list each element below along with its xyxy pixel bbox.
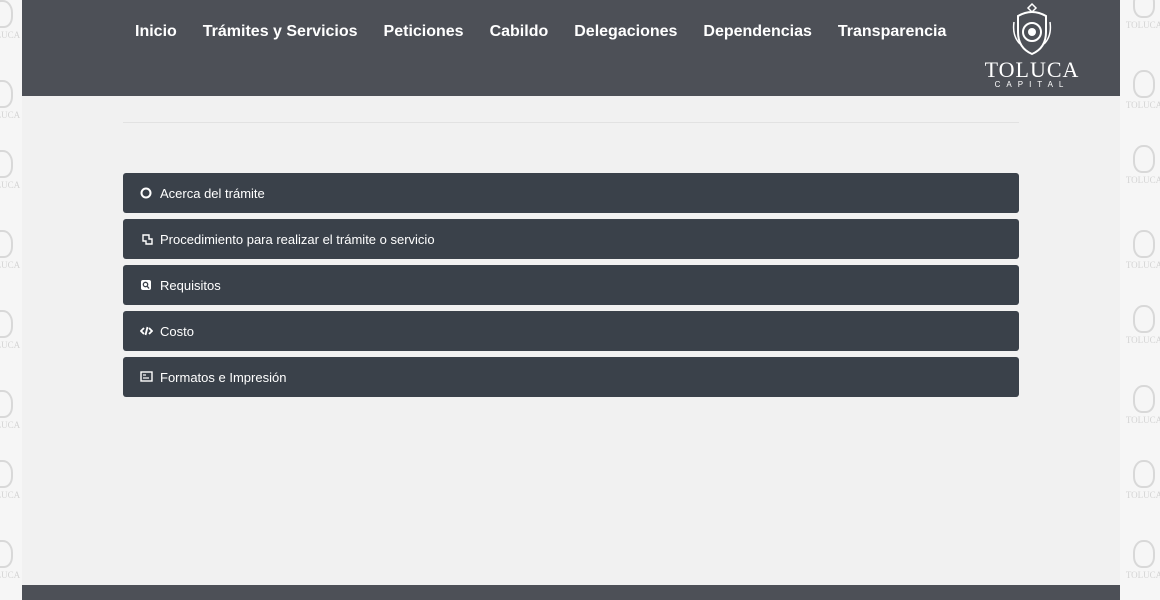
nav-item-transparencia[interactable]: Transparencia xyxy=(838,22,947,42)
crest-icon xyxy=(1012,2,1052,56)
nav-item-tramites[interactable]: Trámites y Servicios xyxy=(203,22,358,42)
code-icon xyxy=(139,324,153,338)
site-footer xyxy=(22,585,1120,600)
main-nav: Inicio Trámites y Servicios Peticiones C… xyxy=(135,22,972,42)
nav-item-cabildo[interactable]: Cabildo xyxy=(490,22,549,42)
content-divider xyxy=(123,122,1019,123)
search-document-icon xyxy=(139,278,153,292)
nav-item-dependencias[interactable]: Dependencias xyxy=(703,22,811,42)
accordion-label: Requisitos xyxy=(160,277,221,293)
nav-item-peticiones[interactable]: Peticiones xyxy=(384,22,464,42)
accordion-requisitos[interactable]: Requisitos xyxy=(123,265,1019,305)
nav-item-delegaciones[interactable]: Delegaciones xyxy=(574,22,677,42)
accordion-label: Costo xyxy=(160,323,194,339)
toluca-logo[interactable]: TOLUCA CAPITAL xyxy=(982,2,1082,94)
accordion-formatos[interactable]: Formatos e Impresión xyxy=(123,357,1019,397)
accordion-label: Procedimiento para realizar el trámite o… xyxy=(160,231,435,247)
page-frame: Inicio Trámites y Servicios Peticiones C… xyxy=(22,0,1120,600)
logo-subtitle: CAPITAL xyxy=(994,80,1070,89)
accordion-label: Acerca del trámite xyxy=(160,185,265,201)
accordion-procedimiento[interactable]: Procedimiento para realizar el trámite o… xyxy=(123,219,1019,259)
circle-icon xyxy=(139,186,153,200)
accordion-costo[interactable]: Costo xyxy=(123,311,1019,351)
tramite-accordion: Acerca del trámite Procedimiento para re… xyxy=(123,173,1019,403)
accordion-acerca[interactable]: Acerca del trámite xyxy=(123,173,1019,213)
logo-title: TOLUCA xyxy=(984,57,1080,82)
site-header: Inicio Trámites y Servicios Peticiones C… xyxy=(22,0,1120,96)
watermark-left: TOLUCA TOLUCA TOLUCA TOLUCA TOLUCA TOLUC… xyxy=(0,0,22,600)
nav-item-inicio[interactable]: Inicio xyxy=(135,22,177,42)
watermark-right: TOLUCA TOLUCA TOLUCA TOLUCA TOLUCA TOLUC… xyxy=(1120,0,1160,600)
hand-pointer-icon xyxy=(139,232,153,246)
accordion-label: Formatos e Impresión xyxy=(160,369,287,385)
form-icon xyxy=(139,370,153,384)
